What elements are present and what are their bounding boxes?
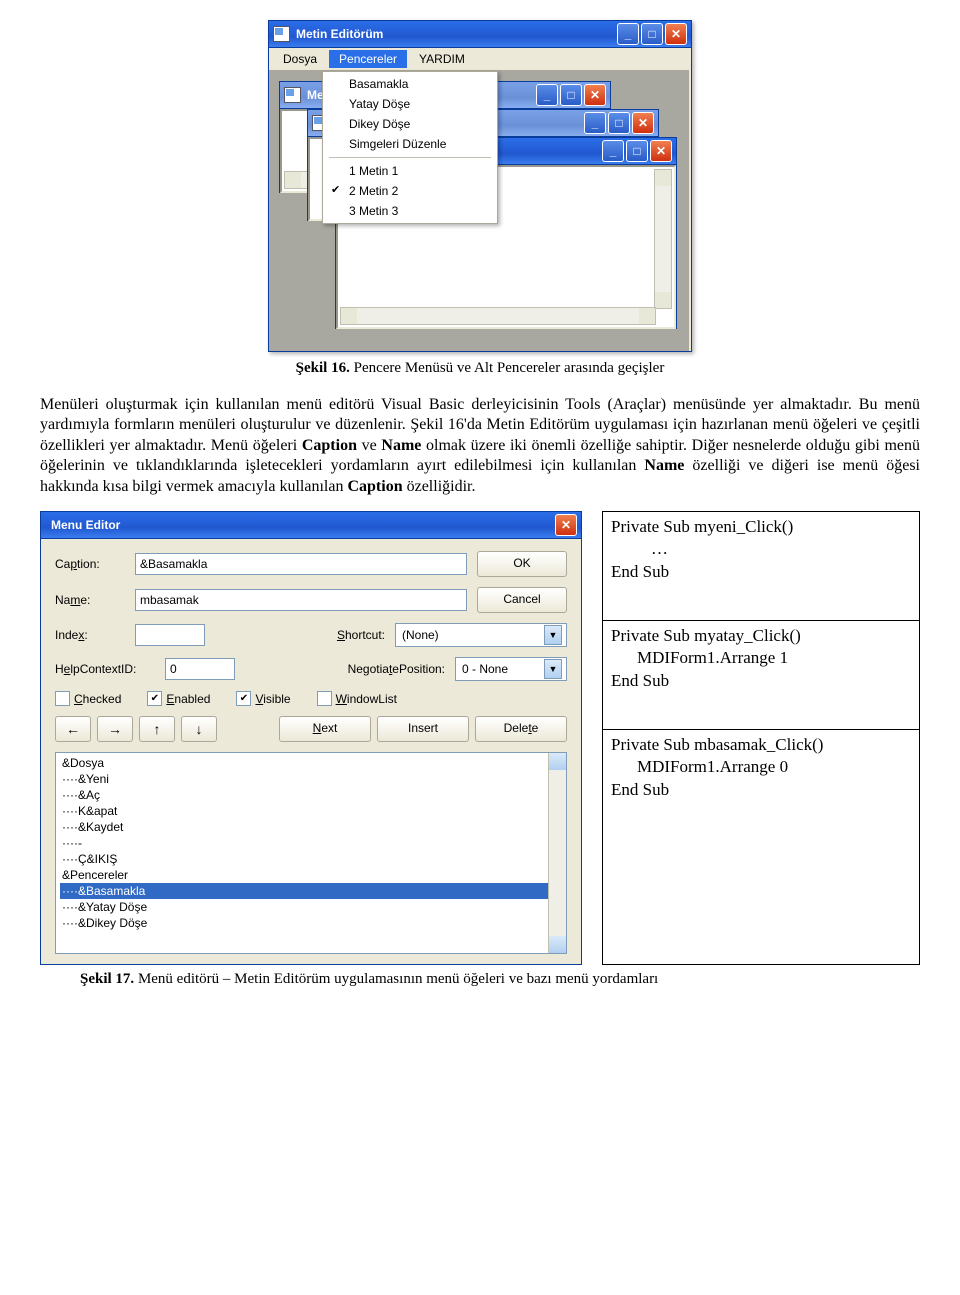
child3-vscroll[interactable] [654, 169, 672, 309]
mdi-client-area: Me _ □ ✕ _ □ [269, 70, 689, 351]
list-vscroll[interactable] [548, 753, 566, 953]
code-table: Private Sub myeni_Click() … End Sub Priv… [602, 511, 920, 965]
child3-minimize[interactable]: _ [602, 140, 624, 162]
checked-checkbox[interactable]: Checked [55, 691, 121, 706]
move-up-button[interactable]: ↑ [139, 716, 175, 742]
list-item[interactable]: ····&Yeni [60, 771, 566, 787]
list-item[interactable]: ····&Yatay Döşe [60, 899, 566, 915]
next-button[interactable]: Next [279, 716, 371, 742]
shortcut-label: Shortcut: [337, 628, 385, 642]
app-icon [273, 26, 290, 42]
negpos-select[interactable]: 0 - None ▼ [455, 657, 567, 681]
checkbox-icon [55, 691, 70, 706]
cancel-button[interactable]: Cancel [477, 587, 567, 613]
maximize-button[interactable]: □ [641, 23, 663, 45]
list-item[interactable]: ····&Dikey Döşe [60, 915, 566, 931]
name-input[interactable] [135, 589, 467, 611]
windowlist-checkbox[interactable]: WindowList [317, 691, 397, 706]
list-item[interactable]: ····&Basamakla [60, 883, 566, 899]
child1-icon [284, 87, 301, 103]
child3-close[interactable]: ✕ [650, 140, 672, 162]
child1-close[interactable]: ✕ [584, 84, 606, 106]
list-item[interactable]: ····- [60, 835, 566, 851]
body-paragraph: Menüleri oluşturmak için kullanılan menü… [40, 395, 920, 497]
child3-maximize[interactable]: □ [626, 140, 648, 162]
code-cell-2: Private Sub myatay_Click() MDIForm1.Arra… [603, 621, 919, 730]
pencereler-dropdown: Basamakla Yatay Döşe Dikey Döşe Simgeler… [322, 71, 498, 224]
name-label: Name: [55, 593, 125, 607]
move-down-button[interactable]: ↓ [181, 716, 217, 742]
list-item[interactable]: &Pencereler [60, 867, 566, 883]
main-title: Metin Editörüm [296, 27, 617, 41]
shortcut-select[interactable]: (None) ▼ [395, 623, 567, 647]
dd-win3[interactable]: 3 Metin 3 [325, 201, 495, 221]
delete-button[interactable]: Delete [475, 716, 567, 742]
menu-yardim[interactable]: YARDIM [409, 50, 475, 68]
helpcontext-label: HelpContextID: [55, 662, 155, 676]
dropdown-arrow-icon: ▼ [544, 625, 562, 645]
list-item[interactable]: ····Ç&IKIŞ [60, 851, 566, 867]
list-item[interactable]: ····&Aç [60, 787, 566, 803]
dd-simgeler[interactable]: Simgeleri Düzenle [325, 134, 495, 154]
child2-minimize[interactable]: _ [584, 112, 606, 134]
menu-pencereler[interactable]: Pencereler [329, 50, 407, 68]
figure-16-text: Pencere Menüsü ve Alt Pencereler arasınd… [350, 360, 664, 376]
enabled-checkbox[interactable]: ✔ Enabled [147, 691, 210, 706]
checkbox-icon [317, 691, 332, 706]
negpos-value: 0 - None [462, 662, 508, 676]
visible-checkbox[interactable]: ✔ Visible [236, 691, 290, 706]
minimize-button[interactable]: _ [617, 23, 639, 45]
list-item[interactable]: ····K&apat [60, 803, 566, 819]
caption-label: Caption: [55, 557, 125, 571]
list-item[interactable]: &Dosya [60, 755, 566, 771]
figure-17-label: Şekil 17. [80, 971, 134, 987]
helpcontext-input[interactable] [165, 658, 235, 680]
main-titlebar[interactable]: Metin Editörüm _ □ ✕ [269, 21, 691, 48]
child3-hscroll[interactable] [340, 307, 656, 325]
close-button[interactable]: ✕ [665, 23, 687, 45]
caption-input[interactable] [135, 553, 467, 575]
dd-win2[interactable]: 2 Metin 2 [325, 181, 495, 201]
index-label: Index: [55, 628, 125, 642]
dd-yatay[interactable]: Yatay Döşe [325, 94, 495, 114]
me-close-button[interactable]: ✕ [555, 514, 577, 536]
negpos-label: NegotiatePosition: [348, 662, 445, 676]
dd-separator [329, 157, 491, 158]
menu-items-list[interactable]: &Dosya····&Yeni····&Aç····K&apat····&Kay… [55, 752, 567, 954]
figure-17-text: Menü editörü – Metin Editörüm uygulaması… [134, 971, 658, 987]
figure-16-caption: Şekil 16. Pencere Menüsü ve Alt Pencerel… [40, 360, 920, 377]
child1-minimize[interactable]: _ [536, 84, 558, 106]
index-input[interactable] [135, 624, 205, 646]
me-titlebar[interactable]: Menu Editor ✕ [41, 512, 581, 539]
ok-button[interactable]: OK [477, 551, 567, 577]
me-title: Menu Editor [45, 518, 555, 532]
dd-basamakla[interactable]: Basamakla [325, 74, 495, 94]
child2-maximize[interactable]: □ [608, 112, 630, 134]
list-item[interactable]: ····&Kaydet [60, 819, 566, 835]
mdi-main-window: Metin Editörüm _ □ ✕ Dosya Pencereler YA… [268, 20, 692, 352]
figure-16-label: Şekil 16. [296, 360, 350, 376]
dropdown-arrow-icon: ▼ [544, 659, 562, 679]
move-left-button[interactable]: ← [55, 716, 91, 742]
child1-maximize[interactable]: □ [560, 84, 582, 106]
move-right-button[interactable]: → [97, 716, 133, 742]
menu-editor-window: Menu Editor ✕ Caption: OK Name: Cancel I… [40, 511, 582, 965]
insert-button[interactable]: Insert [377, 716, 469, 742]
code-cell-3: Private Sub mbasamak_Click() MDIForm1.Ar… [603, 730, 919, 964]
menubar: Dosya Pencereler YARDIM [269, 48, 691, 70]
checkbox-icon: ✔ [147, 691, 162, 706]
dd-dikey[interactable]: Dikey Döşe [325, 114, 495, 134]
checkbox-icon: ✔ [236, 691, 251, 706]
figure-17-caption: Şekil 17. Menü editörü – Metin Editörüm … [80, 971, 920, 988]
shortcut-value: (None) [402, 628, 439, 642]
child2-close[interactable]: ✕ [632, 112, 654, 134]
code-cell-1: Private Sub myeni_Click() … End Sub [603, 512, 919, 621]
menu-dosya[interactable]: Dosya [273, 50, 327, 68]
dd-win1[interactable]: 1 Metin 1 [325, 161, 495, 181]
